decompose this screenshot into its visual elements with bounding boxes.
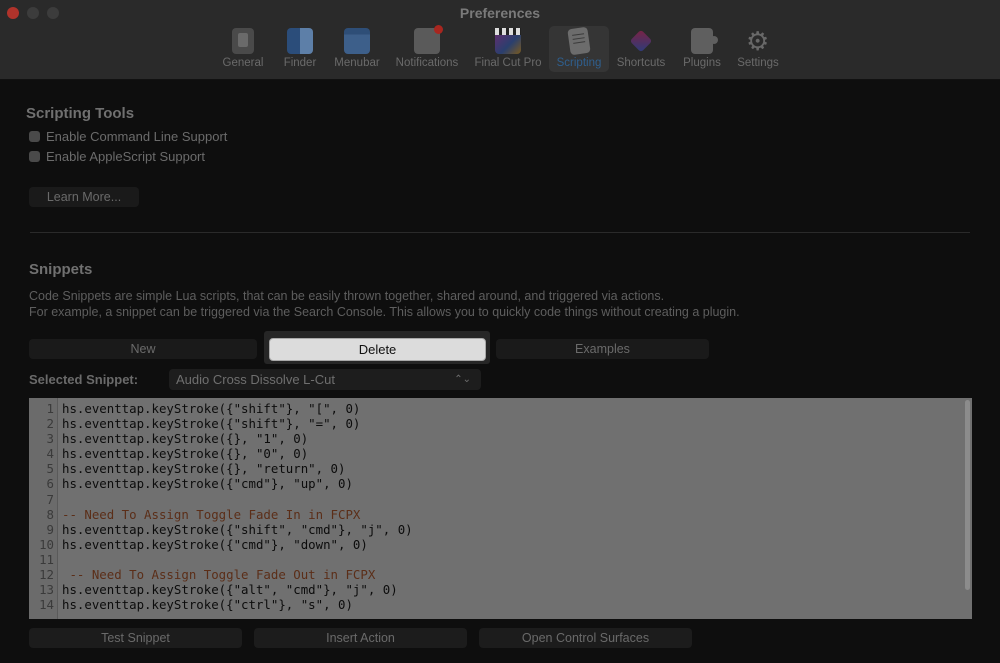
selected-snippet-value: Audio Cross Dissolve L-Cut [176,372,335,387]
line-number: 14 [39,597,54,613]
code-line: 13 hs.eventtap.keyStroke({"alt", "cmd"}, … [29,582,413,597]
tab-label: Notifications [395,57,459,69]
line-number: 6 [46,476,54,492]
code-line: 6 hs.eventtap.keyStroke({"cmd"}, "up", 0) [29,476,413,491]
finder-icon [287,28,313,54]
line-number: 5 [46,461,54,477]
line-number: 4 [46,446,54,462]
code-editor[interactable]: 1 hs.eventtap.keyStroke({"shift"}, "[", 0… [29,398,972,619]
tab-shortcuts[interactable]: Shortcuts [613,26,669,72]
code-text: -- Need To Assign Toggle Fade Out in FCP… [62,567,376,583]
code-text: hs.eventtap.keyStroke({"cmd"}, "up", 0) [62,476,353,492]
code-lines: 1 hs.eventtap.keyStroke({"shift"}, "[", 0… [29,401,413,612]
selected-snippet-select[interactable]: Audio Cross Dissolve L-Cut ⌃⌄ [169,369,481,390]
line-number: 1 [46,401,54,416]
code-text: hs.eventtap.keyStroke({"ctrl"}, "s", 0) [62,597,353,613]
code-text: hs.eventtap.keyStroke({}, "1", 0) [62,431,309,447]
tab-label: Menubar [334,57,380,69]
tab-notifications[interactable]: Notifications [391,25,463,72]
insert-action-button[interactable]: Insert Action [254,628,467,648]
editor-scrollbar[interactable] [965,400,970,590]
line-number: 9 [46,521,54,537]
code-line: 14 hs.eventtap.keyStroke({"ctrl"}, "s", 0… [29,597,413,612]
notifications-icon [414,25,443,54]
tab-label: Final Cut Pro [474,57,542,69]
snippets-description-line-1: Code Snippets are simple Lua scripts, th… [29,289,665,303]
tab-menubar[interactable]: Menubar [329,26,385,72]
code-text: hs.eventtap.keyStroke({"alt", "cmd"}, "j… [62,582,398,598]
plugins-icon [691,28,718,54]
line-number: 12 [39,567,54,583]
tab-general[interactable]: General [217,26,269,72]
tab-label: Plugins [683,57,721,69]
line-number: 2 [46,416,54,432]
tab-label: Finder [283,57,317,69]
tab-finder[interactable]: Finder [279,26,321,72]
code-line: 1 hs.eventtap.keyStroke({"shift"}, "[", 0… [29,401,413,416]
snippets-description-line-2: For example, a snippet can be triggered … [29,305,740,319]
code-line: 11 [29,552,413,567]
code-line: 2 hs.eventtap.keyStroke({"shift"}, "=", 0… [29,416,413,431]
line-number: 11 [39,551,54,567]
line-number: 13 [39,582,54,598]
checkbox-box[interactable] [29,151,40,162]
toolbar: Preferences General Finder Menubar Notif… [0,0,1000,80]
final-cut-pro-icon [495,28,521,54]
examples-button[interactable]: Examples [496,339,709,359]
code-line: 8 -- Need To Assign Toggle Fade In in FCP… [29,507,413,522]
tab-label: Settings [737,57,779,69]
tab-settings[interactable]: ⚙ Settings [733,26,783,72]
code-text: hs.eventtap.keyStroke({"shift"}, "=", 0) [62,416,361,432]
tab-label: Shortcuts [616,57,666,69]
code-line: 9 hs.eventtap.keyStroke({"shift", "cmd"},… [29,522,413,537]
code-line: 12 -- Need To Assign Toggle Fade Out in … [29,567,413,582]
line-number: 3 [46,431,54,447]
code-text: hs.eventtap.keyStroke({}, "0", 0) [62,446,309,462]
code-text: -- Need To Assign Toggle Fade In in FCPX [62,506,361,522]
tab-final-cut-pro[interactable]: Final Cut Pro [471,26,545,72]
code-text: hs.eventtap.keyStroke({}, "return", 0) [62,461,346,477]
new-snippet-button[interactable]: New [29,339,257,359]
checkbox-box[interactable] [29,131,40,142]
scripting-tools-heading: Scripting Tools [26,105,135,122]
line-number: 10 [39,536,54,552]
line-number: 7 [46,491,54,507]
open-control-surfaces-button[interactable]: Open Control Surfaces [479,628,692,648]
settings-icon: ⚙ [746,26,770,56]
shortcuts-icon [628,28,654,54]
code-text: hs.eventtap.keyStroke({"shift", "cmd"}, … [62,521,413,537]
menubar-icon [344,28,370,54]
delete-snippet-button[interactable]: Delete [269,338,486,361]
tab-label: Scripting [556,57,602,69]
selected-snippet-label: Selected Snippet: [29,372,139,387]
checkbox-label: Enable AppleScript Support [46,149,205,164]
tab-label: General [222,57,264,69]
line-number: 8 [46,506,54,522]
general-icon [232,28,254,54]
code-line: 5 hs.eventtap.keyStroke({}, "return", 0) [29,461,413,476]
command-line-support-checkbox[interactable]: Enable Command Line Support [29,129,227,144]
scripting-icon [567,26,591,56]
snippets-heading: Snippets [29,261,93,278]
checkbox-label: Enable Command Line Support [46,129,228,144]
applescript-support-checkbox[interactable]: Enable AppleScript Support [29,149,205,164]
code-line: 3 hs.eventtap.keyStroke({}, "1", 0) [29,431,413,446]
code-line: 7 [29,492,413,507]
up-down-chevron-icon: ⌃⌄ [454,374,471,385]
code-line: 10 hs.eventtap.keyStroke({"cmd"}, "down",… [29,537,413,552]
learn-more-button[interactable]: Learn More... [29,187,139,207]
code-text: hs.eventtap.keyStroke({"cmd"}, "down", 0… [62,536,368,552]
tab-plugins[interactable]: Plugins [679,26,725,72]
code-text: hs.eventtap.keyStroke({"shift"}, "[", 0) [62,401,361,416]
section-divider [30,232,970,233]
window-title: Preferences [459,5,541,21]
test-snippet-button[interactable]: Test Snippet [29,628,242,648]
code-line: 4 hs.eventtap.keyStroke({}, "0", 0) [29,446,413,461]
tab-scripting[interactable]: Scripting [549,26,609,72]
